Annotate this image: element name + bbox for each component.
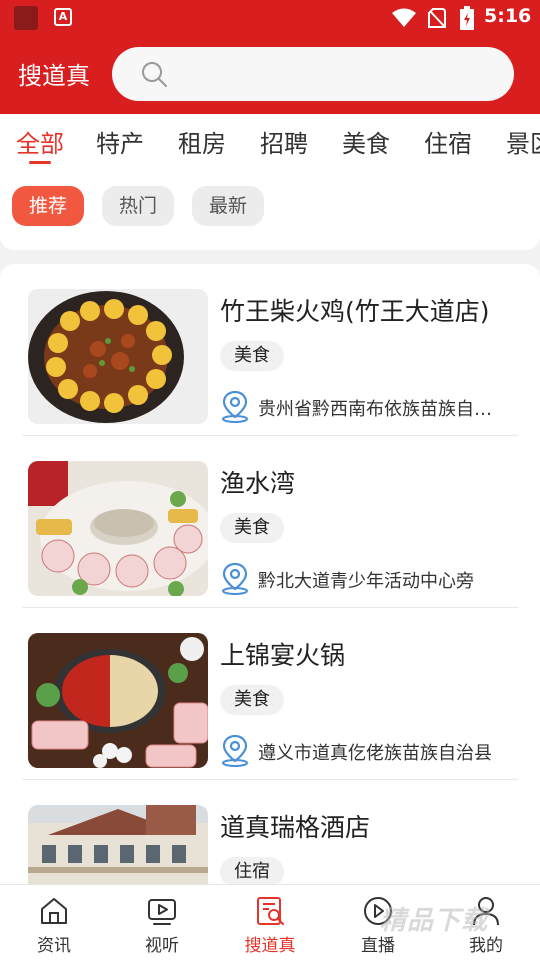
list-item[interactable]: 渔水湾 美食 黔北大道青少年活动中心旁 (22, 436, 518, 608)
app-header: 搜道真 (0, 36, 540, 114)
listing-location: 黔北大道青少年活动中心旁 (220, 561, 510, 595)
tab-scenic[interactable]: 景区 (506, 124, 540, 159)
battery-icon (460, 6, 474, 30)
location-pin-icon (222, 390, 248, 423)
listing-address: 黔北大道青少年活动中心旁 (258, 571, 474, 592)
watermark: 精品下载 (380, 906, 489, 936)
listing-list: 竹王柴火鸡(竹王大道店) 美食 贵州省黔西南布依族苗族自治州 渔水湾 美食 黔北… (0, 264, 540, 884)
brand-title: 搜道真 (18, 62, 90, 90)
listing-title: 渔水湾 (220, 469, 296, 498)
list-item[interactable]: 道真瑞格酒店 住宿 (22, 780, 518, 884)
filter-recommended[interactable]: 推荐 (12, 186, 84, 226)
category-panel: 全部 特产 租房 招聘 美食 住宿 景区 推荐 热门 最新 (0, 114, 540, 250)
category-badge: 美食 (220, 341, 284, 371)
listing-thumbnail (28, 461, 208, 596)
home-icon (41, 898, 67, 924)
nav-search-daozhen[interactable]: 搜道真 (216, 885, 324, 960)
tab-food[interactable]: 美食 (342, 124, 390, 159)
search-input[interactable] (112, 47, 514, 101)
listing-location: 遵义市道真仡佬族苗族自治县 (220, 733, 510, 767)
category-badge: 住宿 (220, 857, 284, 884)
search-icon (142, 62, 167, 87)
listing-thumbnail (28, 633, 208, 768)
listing-title: 上锦宴火锅 (220, 641, 346, 670)
location-pin-icon (222, 562, 248, 595)
nav-video[interactable]: 视听 (108, 885, 216, 960)
list-item[interactable]: 上锦宴火锅 美食 遵义市道真仡佬族苗族自治县 (22, 608, 518, 780)
listing-address: 贵州省黔西南布依族苗族自治州 (258, 399, 508, 420)
tab-jobs[interactable]: 招聘 (260, 124, 308, 159)
tab-specialty[interactable]: 特产 (96, 124, 144, 159)
category-badge: 美食 (220, 513, 284, 543)
listing-title: 竹王柴火鸡(竹王大道店) (220, 297, 490, 326)
list-item[interactable]: 竹王柴火鸡(竹王大道店) 美食 贵州省黔西南布依族苗族自治州 (22, 264, 518, 436)
clock: 5:16 (484, 5, 532, 27)
listing-thumbnail (28, 805, 208, 884)
listing-thumbnail (28, 289, 208, 424)
filter-popular[interactable]: 热门 (102, 186, 174, 226)
category-tabs: 全部 特产 租房 招聘 美食 住宿 景区 (0, 114, 540, 170)
nav-label: 资讯 (37, 936, 71, 956)
no-sim-icon (428, 8, 446, 28)
tab-all[interactable]: 全部 (16, 124, 64, 159)
listing-title: 道真瑞格酒店 (220, 813, 371, 842)
wifi-icon (392, 8, 416, 27)
app-icon (14, 6, 38, 30)
category-badge: 美食 (220, 685, 284, 715)
tab-rental[interactable]: 租房 (178, 124, 226, 159)
nav-news[interactable]: 资讯 (0, 885, 108, 960)
listing-location: 贵州省黔西南布依族苗族自治州 (220, 389, 510, 423)
tab-lodging[interactable]: 住宿 (424, 124, 472, 159)
active-tab-indicator (29, 161, 51, 164)
listing-address: 遵义市道真仡佬族苗族自治县 (258, 743, 492, 764)
notification-icon: A (54, 8, 72, 26)
status-bar: A 5:16 (0, 0, 540, 36)
search-doc-icon (257, 897, 284, 925)
location-pin-icon (222, 734, 248, 767)
nav-label: 视听 (145, 936, 179, 956)
filter-latest[interactable]: 最新 (192, 186, 264, 226)
nav-label: 搜道真 (244, 936, 296, 956)
video-icon (148, 899, 176, 925)
